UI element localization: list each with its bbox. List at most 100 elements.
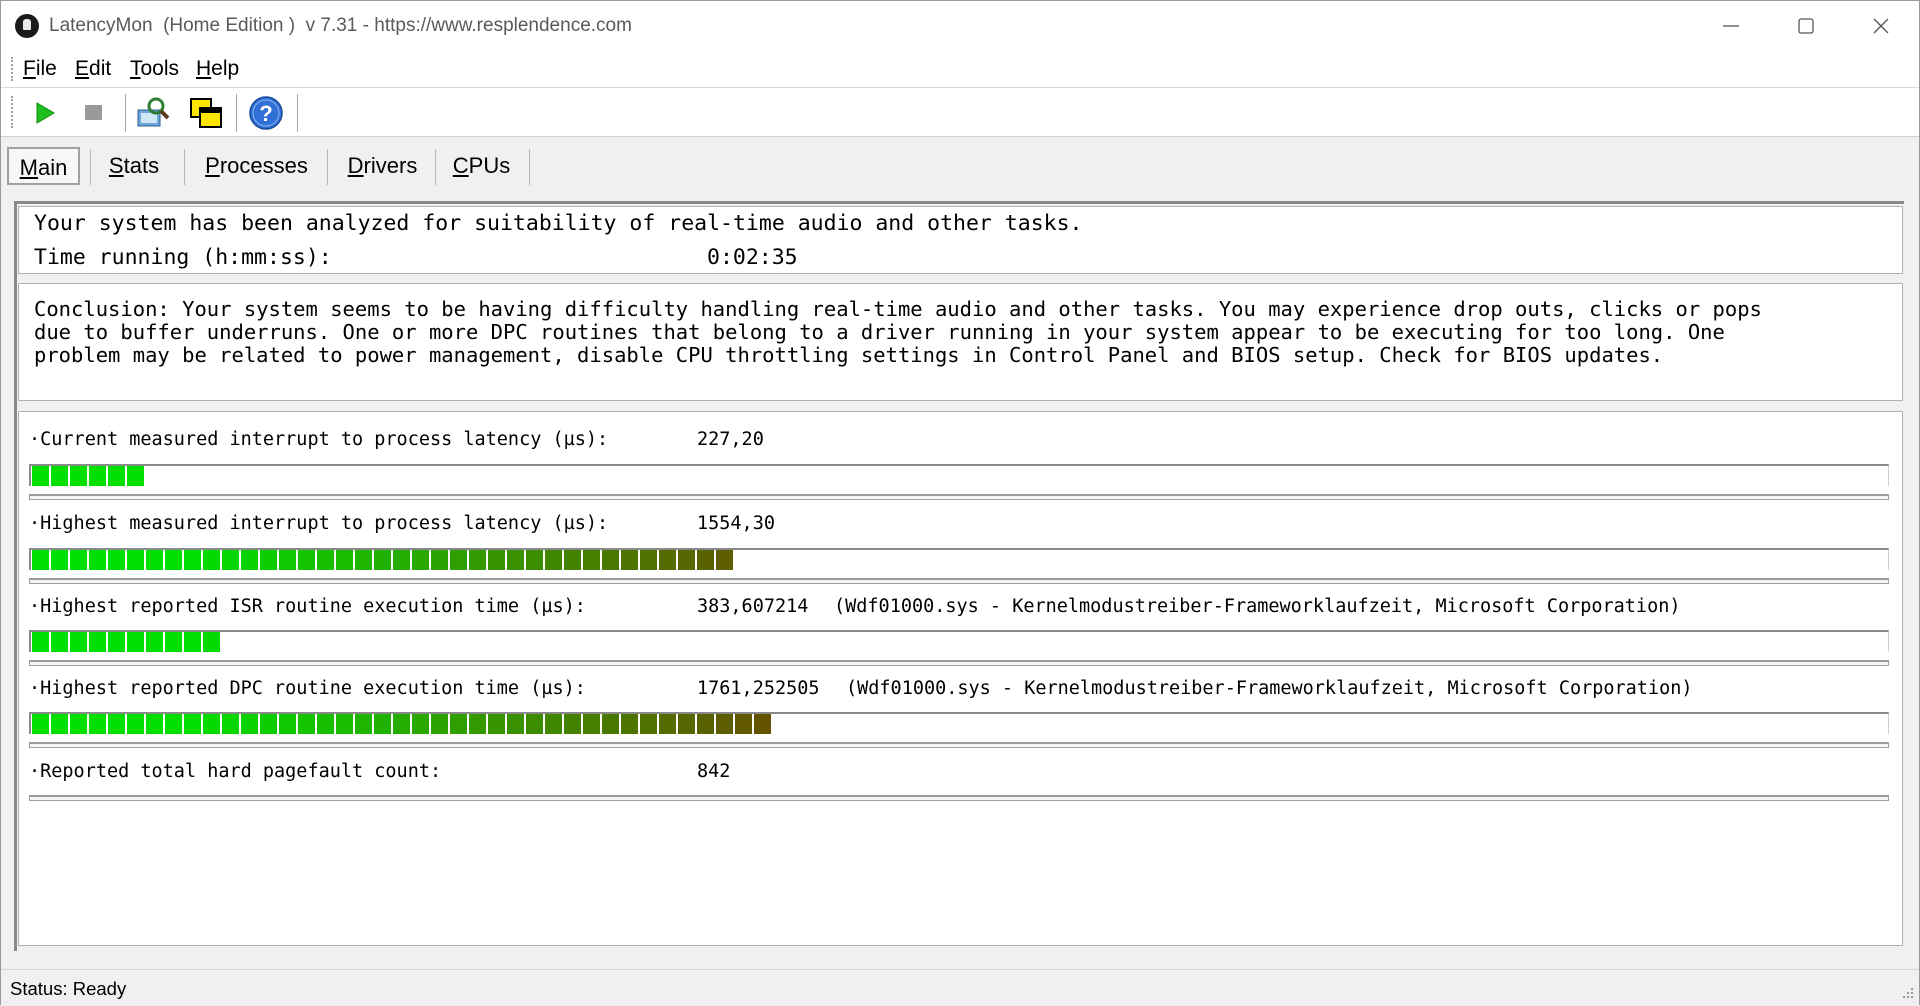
title-bar: LatencyMon (Home Edition ) v 7.31 - http… — [1, 1, 1919, 51]
tab-stats[interactable]: Stats — [99, 147, 169, 185]
dpc-bar — [29, 712, 1889, 734]
bar-segment — [127, 714, 144, 734]
bar-fill — [31, 714, 771, 734]
bar-segment — [488, 714, 505, 734]
divider — [29, 660, 1889, 666]
bar-segment — [659, 714, 676, 734]
bar-segment — [317, 550, 334, 570]
bar-segment — [507, 714, 524, 734]
bar-segment — [165, 550, 182, 570]
resize-grip-icon[interactable] — [1899, 986, 1915, 1002]
bar-segment — [32, 550, 49, 570]
bar-segment — [184, 714, 201, 734]
close-button[interactable] — [1846, 1, 1916, 51]
tab-main[interactable]: Main — [7, 147, 80, 185]
bar-segment — [89, 632, 106, 652]
time-running-label: Time running (h:mm:ss): — [34, 245, 332, 270]
divider — [29, 742, 1889, 748]
metric-value: 383,607214 — [697, 596, 809, 617]
maximize-button[interactable] — [1771, 1, 1841, 51]
bar-segment — [640, 550, 657, 570]
metric-label: ·Current measured interrupt to process l… — [29, 429, 609, 450]
tab-separator — [90, 149, 91, 185]
bar-segment — [602, 550, 619, 570]
bar-segment — [526, 550, 543, 570]
close-icon — [1873, 18, 1889, 34]
bar-segment — [545, 550, 562, 570]
bar-fill — [31, 632, 220, 652]
latency-bar — [29, 548, 1889, 570]
bar-segment — [393, 714, 410, 734]
bar-segment — [336, 550, 353, 570]
conclusion-panel: Conclusion: Your system seems to be havi… — [18, 283, 1903, 401]
bar-segment — [754, 714, 771, 734]
bar-segment — [450, 714, 467, 734]
bar-segment — [165, 714, 182, 734]
bar-segment — [51, 550, 68, 570]
bar-segment — [165, 632, 182, 652]
tab-separator — [529, 149, 530, 185]
menu-tools[interactable]: Tools — [130, 57, 179, 81]
bar-segment — [89, 714, 106, 734]
bar-segment — [659, 550, 676, 570]
tab-separator — [327, 149, 328, 185]
tab-drivers[interactable]: Drivers — [336, 147, 429, 185]
bar-segment — [678, 714, 695, 734]
bar-segment — [431, 550, 448, 570]
bar-segment — [450, 550, 467, 570]
menu-help[interactable]: Help — [196, 57, 239, 81]
bar-segment — [89, 550, 106, 570]
tab-separator — [184, 149, 185, 185]
tab-processes[interactable]: Processes — [193, 147, 320, 185]
bar-segment — [583, 714, 600, 734]
bar-segment — [51, 632, 68, 652]
bar-segment — [602, 714, 619, 734]
window-button[interactable] — [187, 94, 225, 132]
tab-separator — [435, 149, 436, 185]
bar-segment — [488, 550, 505, 570]
bar-segment — [640, 714, 657, 734]
menu-edit[interactable]: Edit — [75, 57, 111, 81]
tab-bar: Main Stats Processes Drivers CPUs — [1, 137, 1919, 189]
bar-segment — [716, 714, 733, 734]
metric-value: 227,20 — [697, 429, 764, 450]
bar-segment — [469, 714, 486, 734]
status-text: Status: Ready — [10, 978, 127, 999]
bar-segment — [583, 550, 600, 570]
bar-segment — [127, 632, 144, 652]
toolbar-separator — [125, 94, 126, 132]
help-icon: ? — [249, 96, 283, 130]
bar-segment — [735, 714, 752, 734]
bar-segment — [621, 714, 638, 734]
bar-segment — [51, 714, 68, 734]
bar-segment — [127, 466, 144, 486]
bar-segment — [146, 632, 163, 652]
bar-segment — [697, 550, 714, 570]
toolbar-separator — [297, 94, 298, 132]
bar-segment — [241, 714, 258, 734]
minimize-button[interactable] — [1696, 1, 1766, 51]
bar-segment — [697, 714, 714, 734]
svg-text:?: ? — [259, 101, 272, 126]
maximize-icon — [1798, 18, 1814, 34]
analyze-button[interactable] — [134, 94, 172, 132]
tab-cpus[interactable]: CPUs — [444, 147, 519, 185]
metric-label: ·Reported total hard pagefault count: — [29, 761, 442, 782]
metric-value: 1761,252505 — [697, 678, 820, 699]
metric-label: ·Highest reported DPC routine execution … — [29, 678, 586, 699]
help-button[interactable]: ? — [247, 94, 285, 132]
bar-segment — [241, 550, 258, 570]
bar-segment — [70, 632, 87, 652]
metric-detail: (Wdf01000.sys - Kernelmodustreiber-Frame… — [834, 596, 1681, 617]
bar-segment — [222, 714, 239, 734]
app-window: LatencyMon (Home Edition ) v 7.31 - http… — [0, 0, 1920, 1006]
stop-button[interactable] — [75, 94, 113, 132]
bar-segment — [70, 714, 87, 734]
bar-segment — [32, 466, 49, 486]
start-button[interactable] — [25, 94, 63, 132]
analyze-icon — [137, 97, 170, 127]
bar-segment — [298, 714, 315, 734]
bar-segment — [545, 714, 562, 734]
menu-file[interactable]: File — [23, 57, 57, 81]
app-logo-icon — [15, 14, 39, 38]
